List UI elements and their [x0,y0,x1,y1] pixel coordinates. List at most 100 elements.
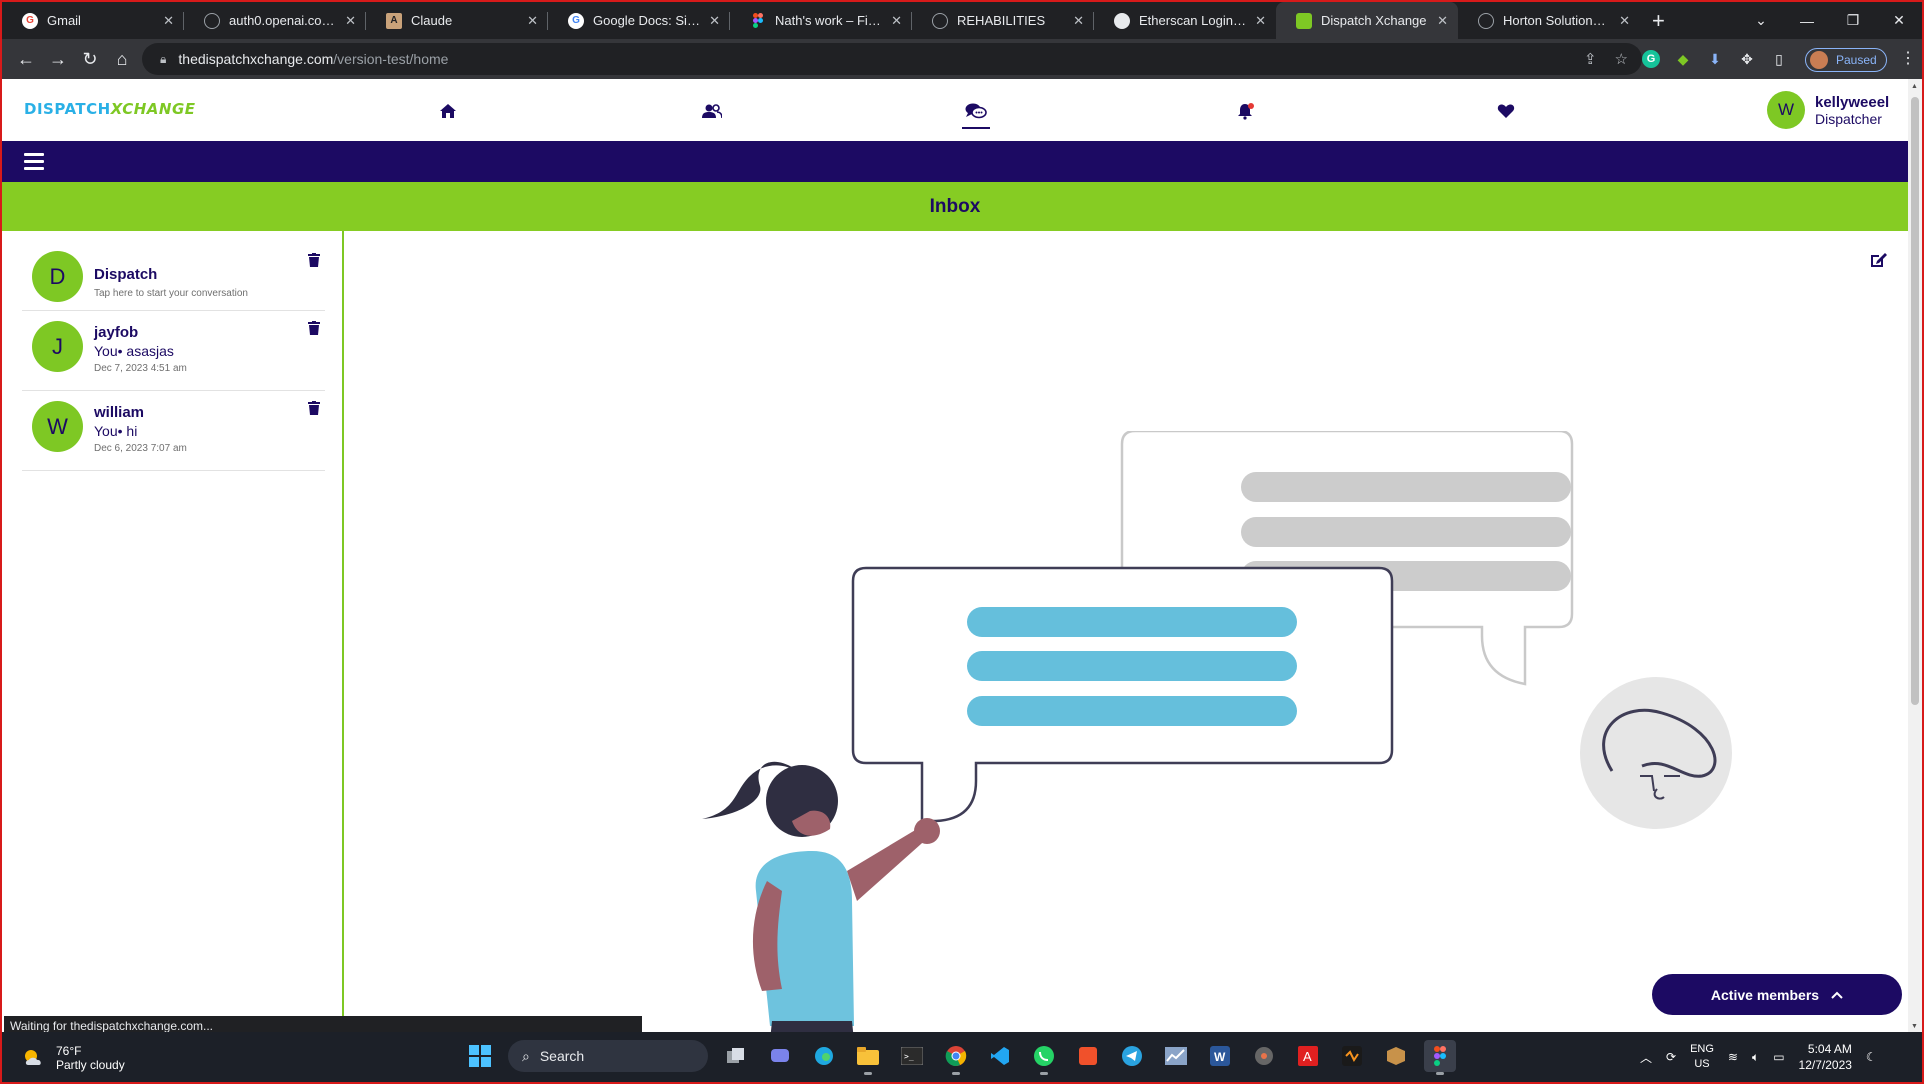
tab-claude[interactable]: A Claude ✕ [366,2,548,39]
tab-google-docs[interactable]: G Google Docs: Sign-in ✕ [548,2,730,39]
lang-top: ENG [1690,1043,1714,1055]
telegram-icon[interactable] [1116,1040,1148,1072]
task-view-icon[interactable] [720,1040,752,1072]
close-icon[interactable]: ✕ [163,13,174,29]
close-icon[interactable]: ✕ [527,13,538,29]
search-label: Search [539,1048,585,1064]
taskbar-search[interactable]: ⌕ Search [508,1040,708,1072]
close-icon[interactable]: ✕ [1437,13,1448,29]
page-scrollbar[interactable]: ▲ ▼ [1908,79,1922,1034]
teams-chat-icon[interactable] [764,1040,796,1072]
trash-icon[interactable] [308,401,320,415]
chevron-up-icon[interactable]: ︿ [1640,1049,1652,1066]
conversation-hint: Tap here to start your conversation [94,288,248,299]
lock-icon[interactable]: 🔒︎ [160,52,166,67]
chrome-icon[interactable] [940,1040,972,1075]
close-icon[interactable]: ✕ [891,13,902,29]
bell-icon[interactable] [1234,99,1258,123]
clock[interactable]: 5:04 AM 12/7/2023 [1799,1041,1852,1073]
chat-icon[interactable] [962,99,990,129]
scroll-down-icon[interactable]: ▼ [1911,1023,1918,1030]
lang-bottom: US [1694,1058,1710,1070]
share-icon[interactable]: ⇪ [1584,50,1597,68]
compose-icon[interactable] [1868,250,1888,270]
scrollbar-thumb[interactable] [1911,97,1919,705]
new-tab-button[interactable]: + [1652,2,1665,39]
word-icon[interactable]: W [1204,1040,1236,1072]
tab-horton[interactable]: Horton Solutions Clie ✕ [1458,2,1640,39]
users-icon[interactable] [700,99,724,123]
home-button-icon[interactable]: ⌂ [106,49,138,70]
home-icon[interactable] [436,99,460,123]
weather-widget[interactable]: 76°F Partly cloudy [22,1044,125,1072]
active-members-button[interactable]: Active members [1652,974,1902,1015]
close-icon[interactable]: ✕ [1255,13,1266,29]
scroll-up-icon[interactable]: ▲ [1911,83,1918,90]
profile-button[interactable]: Paused [1805,48,1887,72]
trash-icon[interactable] [308,321,320,335]
address-bar[interactable]: 🔒︎ thedispatchxchange.com /version-test/… [142,43,1642,75]
close-window-icon[interactable]: ✕ [1876,12,1922,29]
back-icon[interactable]: ← [10,49,42,70]
google-icon: G [568,12,584,29]
tab-title: Dispatch Xchange [1321,13,1427,28]
conversation-name: Dispatch [94,266,158,283]
notification-icon[interactable]: ☾ [1866,1050,1877,1064]
restore-icon[interactable]: ❐ [1830,12,1876,29]
vscode-icon[interactable] [984,1040,1016,1072]
site-logo[interactable]: DISPATCHXCHANGE [24,100,196,118]
tab-search-icon[interactable]: ⌄ [1738,12,1784,29]
menu-icon[interactable]: ⋮ [1900,48,1916,68]
puzzle-icon[interactable]: ✥ [1738,50,1756,68]
close-icon[interactable]: ✕ [709,13,720,29]
minimize-icon[interactable]: — [1784,13,1830,29]
wifi-icon[interactable]: ≋ [1728,1050,1738,1064]
heart-icon[interactable] [1494,99,1518,123]
user-profile[interactable]: W kellyweeel Dispatcher [1767,91,1889,129]
figma-app-icon[interactable] [1424,1040,1456,1075]
reload-icon[interactable]: ↻ [74,49,106,70]
conversation-item-jayfob[interactable]: J jayfob You• asasjas Dec 7, 2023 4:51 a… [22,311,325,391]
trash-icon[interactable] [308,253,320,267]
tab-dispatch-xchange[interactable]: Dispatch Xchange ✕ [1276,2,1458,39]
forward-icon[interactable]: → [42,49,74,70]
package-icon[interactable] [1380,1040,1412,1072]
tab-title: Claude [411,13,453,28]
volume-icon[interactable]: 🔈︎ [1752,1050,1759,1065]
bookmark-star-icon[interactable]: ☆ [1615,50,1628,68]
app-icon-red[interactable] [1072,1040,1104,1072]
tab-auth0[interactable]: auth0.openai.com/u/l ✕ [184,2,366,39]
hamburger-menu-icon[interactable] [24,153,44,174]
conversation-item-william[interactable]: W william You• hi Dec 6, 2023 7:07 am [22,391,325,471]
sync-icon[interactable]: ⟳ [1666,1050,1676,1064]
conversation-item-dispatch[interactable]: D Dispatch Tap here to start your conver… [22,249,325,311]
tab-gmail[interactable]: G Gmail ✕ [2,2,184,39]
audio-app-icon[interactable] [1336,1040,1368,1072]
grammarly-icon[interactable]: G [1642,50,1660,68]
edge-icon[interactable] [808,1040,840,1072]
close-icon[interactable]: ✕ [1073,13,1084,29]
search-icon: ⌕ [522,1047,530,1064]
acrobat-icon[interactable]: A [1292,1040,1324,1072]
whatsapp-icon[interactable] [1028,1040,1060,1075]
date: 12/7/2023 [1798,1058,1852,1072]
language-indicator[interactable]: ENG US [1690,1042,1714,1072]
close-icon[interactable]: ✕ [345,13,356,29]
browser-window: G Gmail ✕ auth0.openai.com/u/l ✕ A Claud… [0,0,1924,1084]
extension-icon[interactable]: ◆ [1674,50,1692,68]
stock-chart-icon[interactable] [1160,1040,1192,1072]
tab-figma[interactable]: Nath's work – Figma ✕ [730,2,912,39]
file-explorer-icon[interactable] [852,1040,884,1075]
tab-etherscan[interactable]: Etherscan Login Page ✕ [1094,2,1276,39]
logo-text-dispatch: DISPATCH [24,100,111,118]
close-icon[interactable]: ✕ [1619,13,1630,29]
download-icon[interactable]: ⬇ [1706,50,1724,68]
windows-start-icon[interactable] [464,1040,496,1072]
claude-icon: A [386,12,402,29]
tab-rehabilities[interactable]: REHABILITIES ✕ [912,2,1094,39]
side-panel-icon[interactable]: ▯ [1770,50,1788,68]
terminal-icon[interactable]: >_ [896,1040,928,1072]
logo-text-xchange: XCHANGE [110,100,196,118]
disc-icon[interactable] [1248,1040,1280,1072]
battery-icon[interactable]: ▭ [1773,1050,1784,1064]
